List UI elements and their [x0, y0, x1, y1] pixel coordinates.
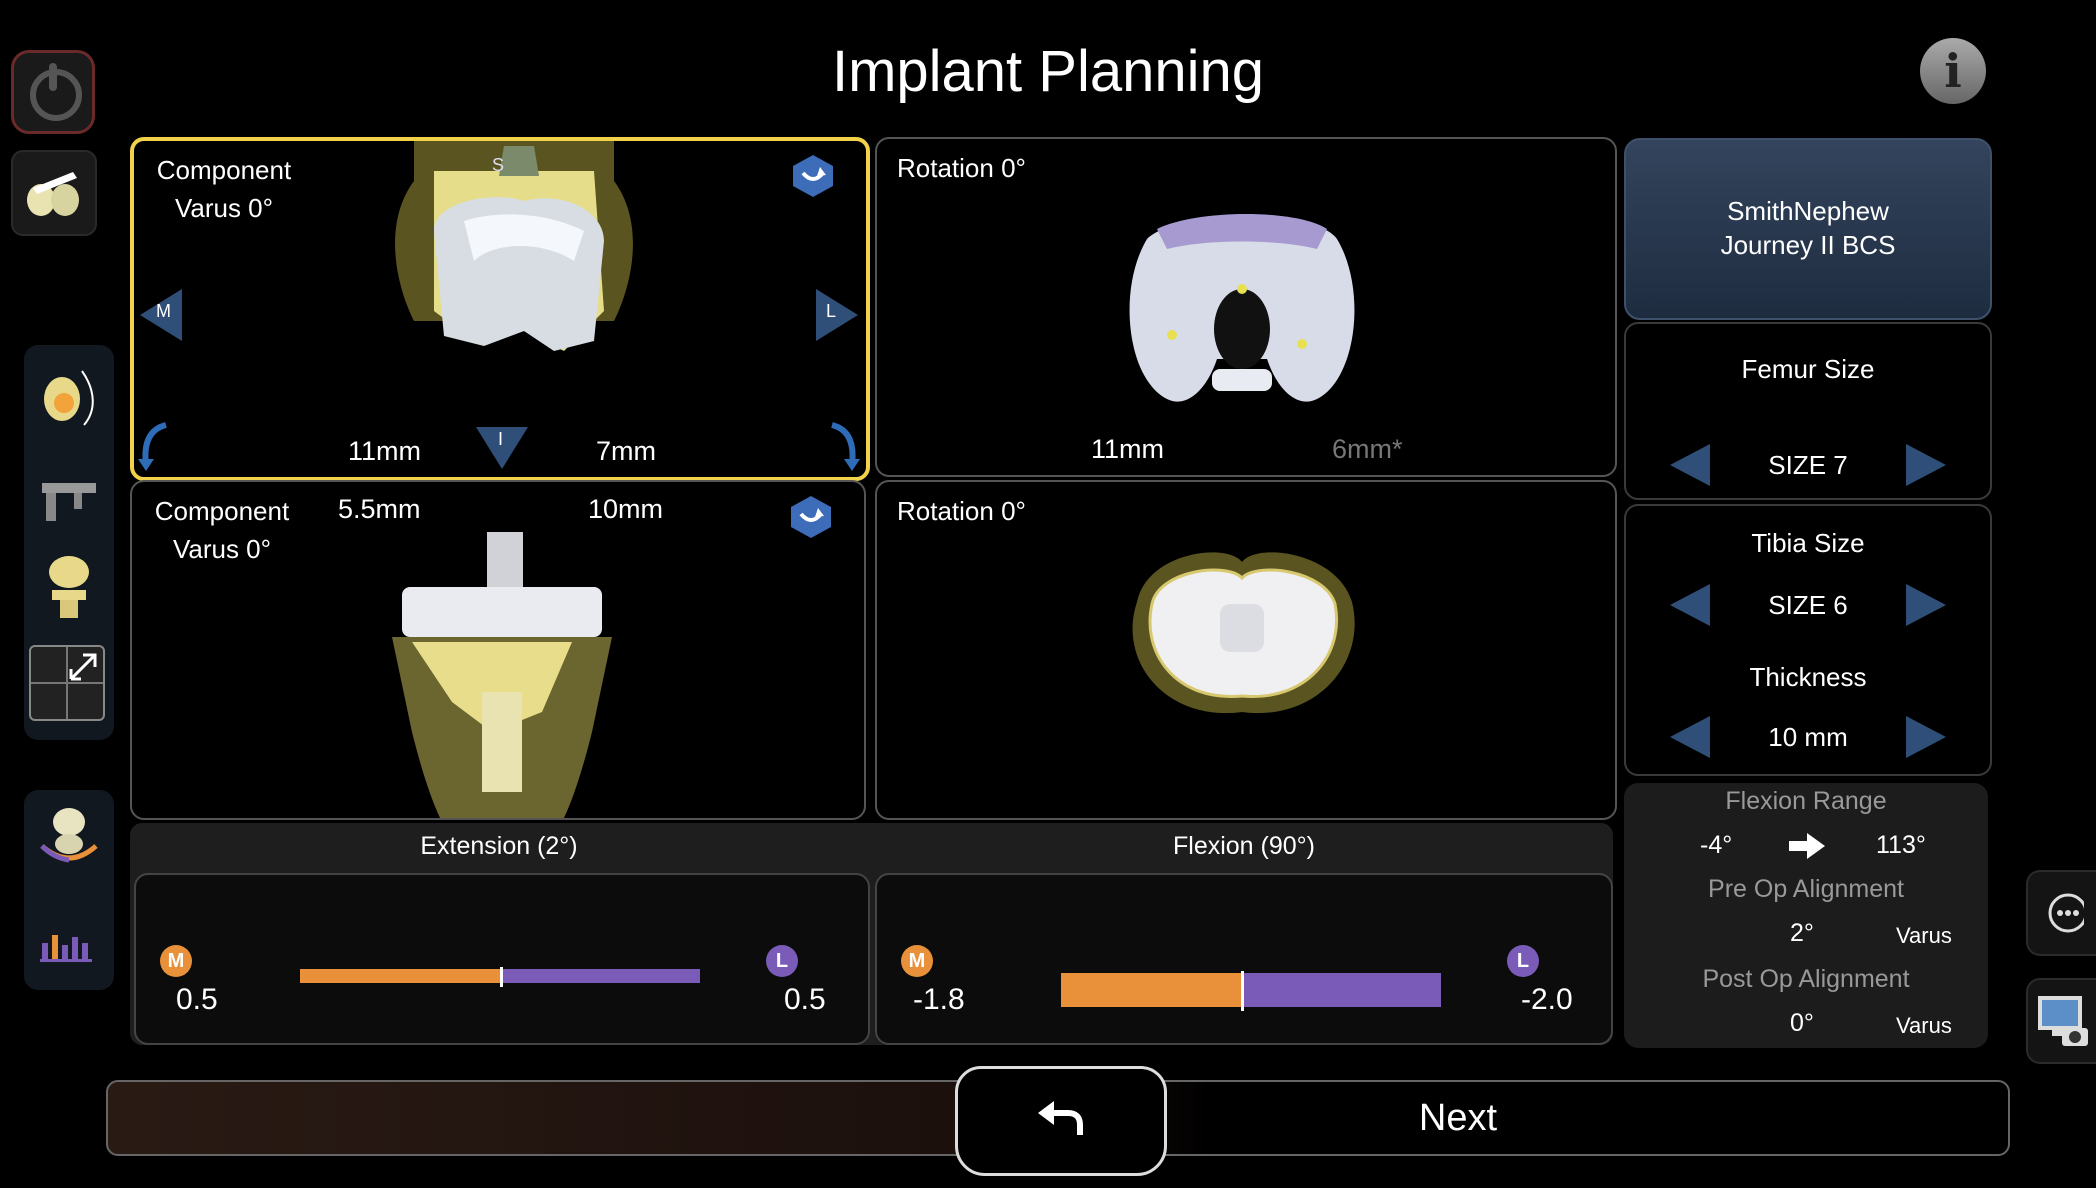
tool-group	[24, 345, 114, 740]
lateral-marker: L	[766, 945, 798, 977]
superior-tag: S	[492, 155, 505, 175]
pre-op-unit: Varus	[1896, 923, 1952, 948]
arrow-right-icon	[1789, 833, 1825, 859]
extension-medial-gap: 0.5	[176, 983, 218, 1016]
power-button[interactable]	[11, 50, 95, 134]
flexion-medial-gap: -1.8	[913, 983, 965, 1016]
femur-size-increase-button[interactable]	[1906, 444, 1946, 486]
flexion-title: Flexion (90°)	[1173, 832, 1315, 860]
lateral-tag: L	[826, 301, 837, 321]
next-button[interactable]: Next	[1248, 1082, 1668, 1154]
thickness-increase-button[interactable]	[1906, 716, 1946, 758]
screenshot-button[interactable]	[2026, 978, 2096, 1064]
info-icon: i	[1944, 44, 1962, 98]
back-arrow-icon	[1038, 1101, 1083, 1135]
femur-coronal-label: Component Varus 0°	[156, 155, 292, 223]
more-options-button[interactable]	[2026, 870, 2096, 956]
tibia-axial-view[interactable]: Rotation 0°	[875, 480, 1617, 820]
inferior-tag: I	[498, 429, 504, 449]
knee-flexion-icon[interactable]	[34, 800, 104, 870]
tibia-medial-measure: 5.5mm	[338, 494, 421, 524]
flexion-range-from: -4°	[1700, 831, 1733, 859]
tibia-axial-image	[1132, 552, 1355, 714]
extension-balance: M L 0.5 0.5	[134, 873, 870, 1045]
implant-brand: SmithNephew	[1727, 196, 1889, 226]
gap-chart-icon[interactable]	[34, 905, 104, 975]
extension-title: Extension (2°)	[420, 832, 578, 860]
tibia-size-panel: Tibia Size SIZE 6 Thickness 10 mm	[1624, 504, 1992, 776]
femur-implant-image	[395, 141, 633, 351]
flexion-balance: M L -1.8 -2.0	[875, 873, 1613, 1045]
implant-brand-button[interactable]: SmithNephew Journey II BCS	[1624, 138, 1992, 320]
rotate-left-icon[interactable]	[136, 421, 178, 471]
expand-icon	[31, 647, 103, 719]
tibia-size-increase-button[interactable]	[1906, 584, 1946, 626]
lateral-marker: L	[1507, 945, 1539, 977]
pre-op-value: 2°	[1790, 919, 1814, 947]
femur-coronal-view[interactable]: Component Varus 0° M L I S 11mm 7mm	[130, 137, 870, 481]
lateral-measure: 7mm	[596, 436, 656, 466]
flexion-medial-bar	[1061, 973, 1241, 1007]
medial-marker: M	[901, 945, 933, 977]
thickness-title: Thickness	[1749, 662, 1867, 692]
pre-op-title: Pre Op Alignment	[1708, 875, 1904, 903]
tibia-coronal-label: Component Varus 0°	[154, 496, 290, 564]
tibia-lateral-measure: 10mm	[588, 494, 664, 524]
knee-bones-icon[interactable]	[34, 550, 104, 620]
medial-marker: M	[160, 945, 192, 977]
implant-model: Journey II BCS	[1720, 230, 1896, 260]
inferior-nav-button[interactable]: I	[474, 425, 530, 476]
screenshot-icon	[2038, 996, 2088, 1046]
femur-axial-medial-measure: 11mm	[1091, 434, 1165, 464]
bone-implant-icon[interactable]	[34, 361, 104, 431]
expand-view-button[interactable]	[29, 645, 105, 721]
extension-lateral-bar	[500, 969, 700, 983]
flexion-lateral-bar	[1241, 973, 1441, 1007]
extension-center-line	[500, 967, 503, 987]
flexion-lateral-gap: -2.0	[1521, 983, 1573, 1016]
tibia-coronal-view[interactable]: Component Varus 0° 5.5mm 10mm	[130, 480, 866, 820]
tibia-size-title: Tibia Size	[1751, 528, 1865, 558]
tibia-rotation-label: Rotation 0°	[897, 496, 1026, 526]
flexion-range-title: Flexion Range	[1725, 787, 1887, 815]
lateral-nav-button[interactable]: L	[814, 287, 860, 348]
medial-measure: 11mm	[348, 436, 422, 466]
medial-tag: M	[156, 301, 171, 321]
post-op-unit: Varus	[1896, 1013, 1952, 1038]
tibia-rotate-view-icon[interactable]	[788, 494, 834, 540]
caliper-icon[interactable]	[34, 463, 104, 533]
info-button[interactable]: i	[1920, 38, 1986, 104]
alignment-summary: Flexion Range -4° 113° Pre Op Alignment …	[1624, 783, 1988, 1048]
flexion-center-line	[1241, 971, 1244, 1011]
femur-axial-view[interactable]: Rotation 0° 11mm 6mm*	[875, 137, 1617, 477]
extension-medial-bar	[300, 969, 500, 983]
flexion-range-to: 113°	[1876, 831, 1926, 859]
femur-axial-image	[1129, 214, 1355, 402]
page-title: Implant Planning	[831, 39, 1265, 104]
post-op-value: 0°	[1790, 1009, 1814, 1037]
rotate-view-icon[interactable]	[790, 153, 836, 199]
knee-joint-icon	[27, 172, 79, 216]
femur-rotation-label: Rotation 0°	[897, 153, 1026, 183]
tibia-implant-image	[392, 532, 612, 818]
more-icon	[2048, 893, 2088, 933]
femur-size-panel: Femur Size SIZE 7	[1624, 322, 1992, 500]
extension-lateral-gap: 0.5	[784, 983, 826, 1016]
femur-axial-lateral-measure: 6mm*	[1332, 434, 1403, 464]
knee-view-button[interactable]	[11, 150, 97, 236]
femur-size-title: Femur Size	[1741, 354, 1875, 384]
medial-nav-button[interactable]: M	[138, 287, 184, 348]
back-button[interactable]	[955, 1066, 1167, 1176]
rotate-right-icon[interactable]	[820, 421, 862, 471]
balance-tool-group	[24, 790, 114, 990]
post-op-title: Post Op Alignment	[1702, 965, 1910, 993]
